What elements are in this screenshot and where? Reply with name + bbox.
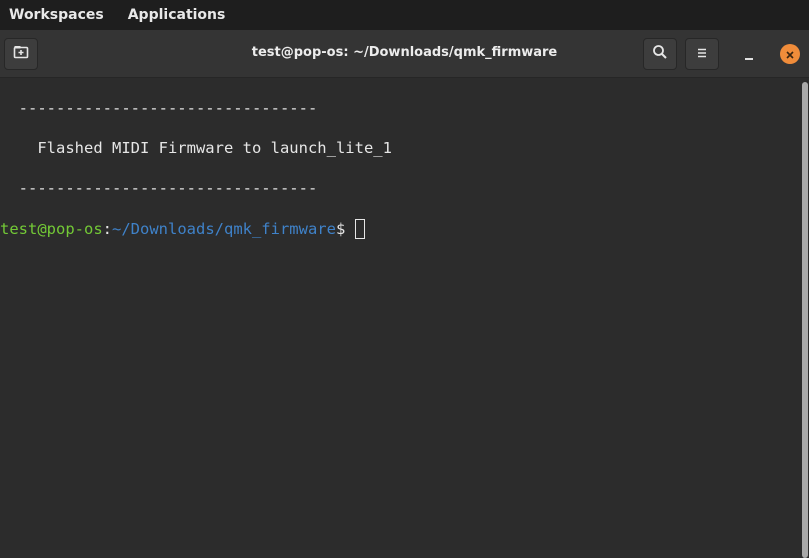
search-icon <box>652 44 668 64</box>
close-icon <box>785 45 795 64</box>
scrollbar[interactable] <box>802 80 809 558</box>
terminal-output[interactable]: -------------------------------- Flashed… <box>0 78 801 558</box>
scrollbar-thumb[interactable] <box>802 82 808 558</box>
terminal-line: -------------------------------- <box>0 179 318 197</box>
menu-button[interactable] <box>685 38 719 70</box>
applications-button[interactable]: Applications <box>119 0 235 30</box>
minimize-button[interactable] <box>738 44 760 66</box>
top-bar: Workspaces Applications <box>0 0 809 30</box>
terminal-line: Flashed MIDI Firmware to launch_lite_1 <box>0 139 392 157</box>
new-tab-icon <box>13 44 29 64</box>
shell-prompt: test@pop-os:~/Downloads/qmk_firmware$ <box>0 219 366 239</box>
terminal-line: -------------------------------- <box>0 99 318 117</box>
text-cursor <box>355 219 366 239</box>
workspaces-button[interactable]: Workspaces <box>0 0 113 30</box>
hamburger-menu-icon <box>695 45 709 64</box>
new-tab-button[interactable] <box>4 38 38 70</box>
prompt-path: ~/Downloads/qmk_firmware <box>112 220 336 238</box>
prompt-symbol: $ <box>335 220 346 238</box>
window-title: test@pop-os: ~/Downloads/qmk_firmware <box>251 45 558 60</box>
prompt-user-host: test@pop-os <box>0 220 103 238</box>
close-button[interactable] <box>780 44 800 64</box>
search-button[interactable] <box>643 38 677 70</box>
prompt-separator: : <box>102 220 112 238</box>
terminal-header-bar: test@pop-os: ~/Downloads/qmk_firmware <box>0 30 809 78</box>
